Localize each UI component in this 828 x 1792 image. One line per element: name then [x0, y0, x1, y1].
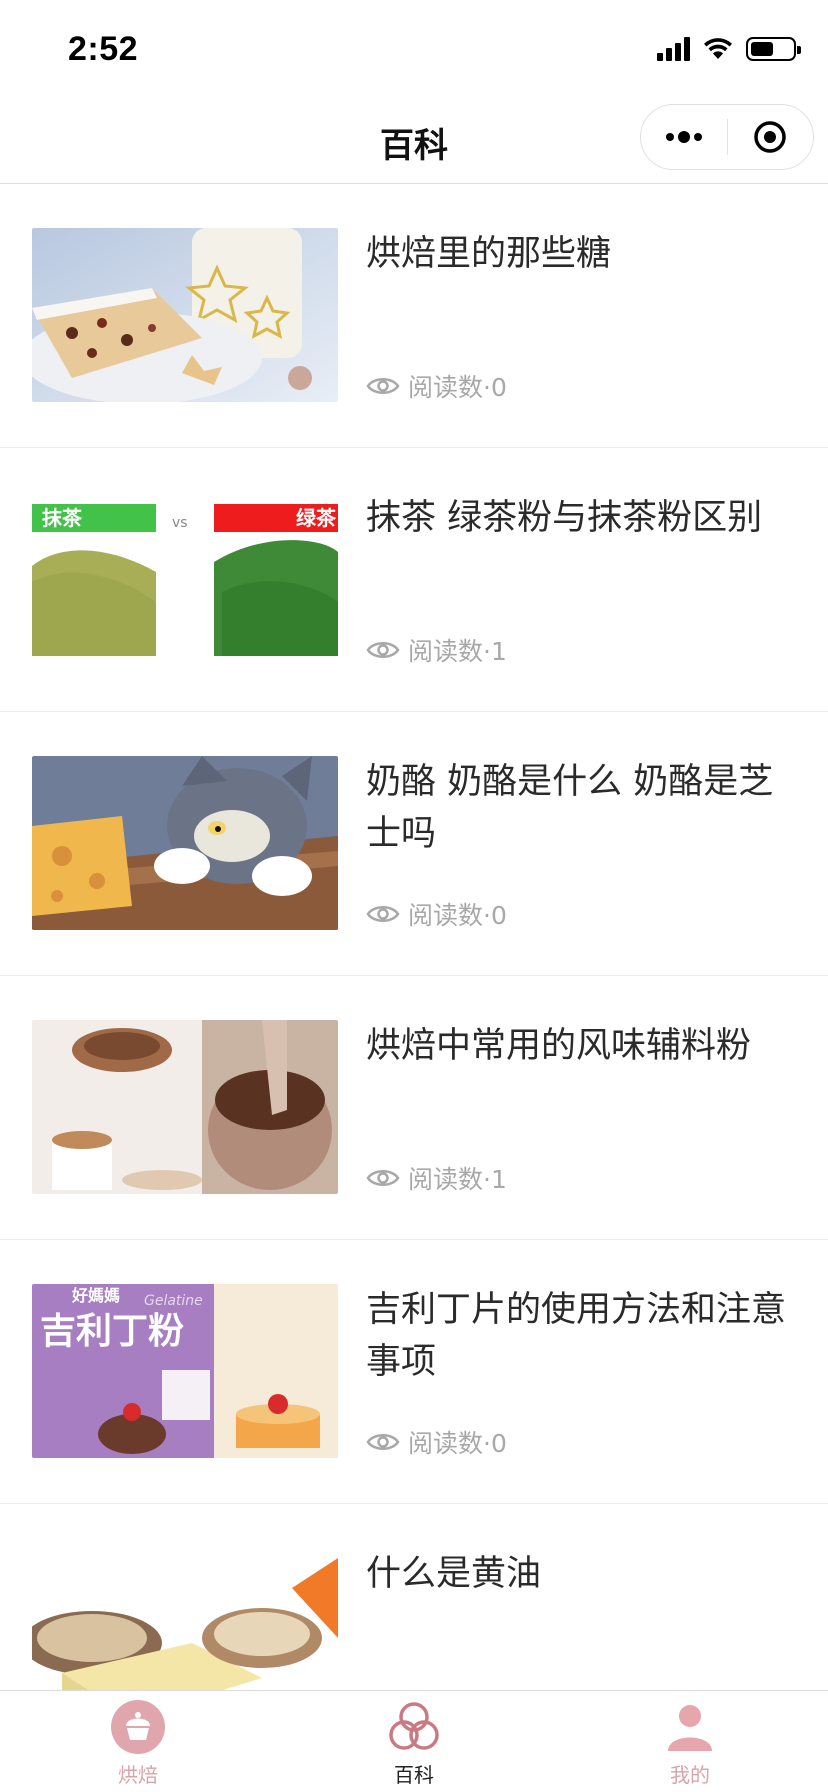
eye-icon: [366, 642, 400, 658]
tab-label: 我的: [670, 1763, 710, 1787]
cupcake-icon: [111, 1700, 165, 1754]
article-thumbnail: [32, 1020, 338, 1194]
status-time: 2:52: [68, 30, 139, 68]
article-title: 烘焙里的那些糖: [366, 234, 612, 274]
article-meta: 阅读数·0: [366, 897, 507, 931]
miniprogram-capsule: [640, 104, 814, 170]
article-item[interactable]: 抹茶 vs 绿茶 抹茶 绿茶粉与抹茶粉区别 阅读数·1: [0, 448, 828, 712]
article-title: 吉利丁片的使用方法和注意事项: [366, 1290, 787, 1382]
read-count: 阅读数·0: [408, 373, 507, 402]
article-title: 抹茶 绿茶粉与抹茶粉区别: [366, 498, 763, 538]
article-title: 奶酪 奶酪是什么 奶酪是芝士吗: [366, 762, 774, 854]
status-icons: [657, 34, 801, 64]
tab-mine[interactable]: 我的: [552, 1691, 828, 1792]
article-item[interactable]: 烘焙中常用的风味辅料粉 阅读数·1: [0, 976, 828, 1240]
tab-label: 烘焙: [118, 1763, 158, 1787]
wifi-icon: [704, 38, 732, 59]
nav-bar: 百科: [0, 96, 828, 184]
read-count: 阅读数·0: [408, 1429, 507, 1458]
article-meta: 阅读数·1: [366, 1161, 507, 1195]
article-item[interactable]: 奶酪 奶酪是什么 奶酪是芝士吗 阅读数·0: [0, 712, 828, 976]
gelatin-brand-label: 好媽媽: [72, 1286, 121, 1305]
read-count: 阅读数·1: [408, 637, 507, 666]
close-miniprogram-button[interactable]: [728, 105, 814, 169]
tab-baking[interactable]: 烘焙: [0, 1691, 276, 1792]
article-item[interactable]: 好媽媽 吉利丁粉 Gelatine 吉利丁片的使用方法和注意事项 阅读数·0: [0, 1240, 828, 1504]
eye-icon: [366, 906, 400, 922]
article-thumbnail: [32, 228, 338, 402]
article-thumbnail: [32, 756, 338, 930]
cellular-signal-icon: [657, 37, 690, 61]
article-thumbnail: 好媽媽 吉利丁粉 Gelatine: [32, 1284, 338, 1458]
read-count: 阅读数·0: [408, 901, 507, 930]
matcha-label: 抹茶: [42, 506, 82, 530]
tab-label: 百科: [394, 1763, 434, 1787]
gelatin-en-label: Gelatine: [144, 1293, 203, 1309]
vs-label: vs: [172, 515, 188, 531]
eye-icon: [366, 378, 400, 394]
article-meta: 阅读数·0: [366, 369, 507, 403]
status-bar: 2:52: [0, 0, 828, 96]
tab-bar: 烘焙 百科 我的: [0, 1690, 828, 1792]
gelatin-product-label: 吉利丁粉: [40, 1311, 185, 1352]
eye-icon: [366, 1434, 400, 1450]
target-close-icon: [754, 121, 786, 153]
read-count: 阅读数·1: [408, 1165, 507, 1194]
article-title: 烘焙中常用的风味辅料粉: [366, 1026, 752, 1066]
more-button[interactable]: [641, 105, 727, 169]
person-icon: [668, 1705, 712, 1751]
battery-icon: [746, 37, 801, 61]
tab-encyclopedia[interactable]: 百科: [276, 1691, 552, 1792]
more-dots-icon: [665, 131, 702, 143]
article-meta: 阅读数·0: [366, 1425, 507, 1459]
article-title: 什么是黄油: [366, 1554, 542, 1594]
green-tea-label: 绿茶: [296, 506, 336, 530]
eye-icon: [366, 1170, 400, 1186]
article-thumbnail: 抹茶 vs 绿茶: [32, 492, 338, 666]
circles-icon: [389, 1702, 439, 1750]
article-meta: 阅读数·1: [366, 633, 507, 667]
article-list: 烘焙里的那些糖 阅读数·0 抹茶 vs 绿茶 抹茶 绿茶粉与抹茶粉区别 阅读数·…: [0, 184, 828, 1768]
article-item[interactable]: 烘焙里的那些糖 阅读数·0: [0, 184, 828, 448]
